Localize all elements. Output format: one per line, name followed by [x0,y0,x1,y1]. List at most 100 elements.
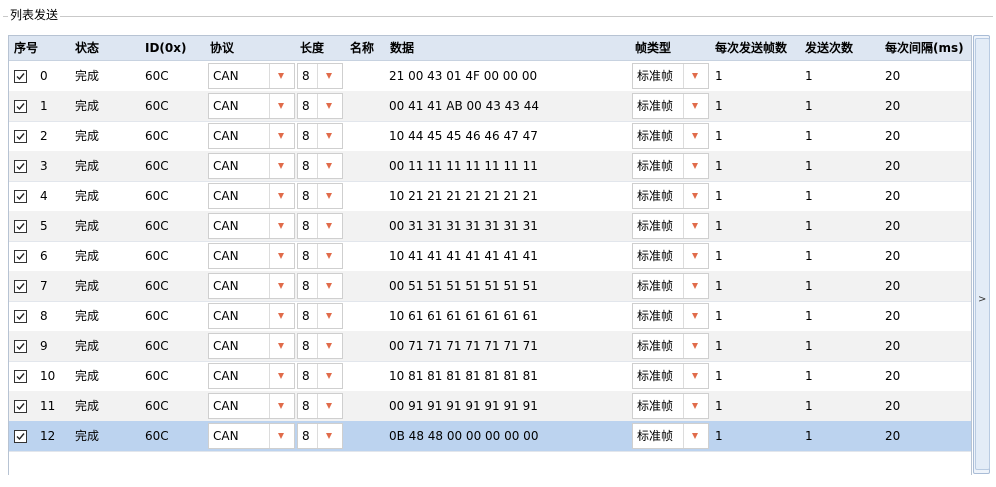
table-row[interactable]: 4 完成 60C CAN 8 10 21 21 21 21 21 21 21 标准帧 1 1 20 [9,181,971,212]
protocol-dropdown[interactable]: CAN [208,273,295,299]
length-dropdown[interactable]: 8 [297,423,343,449]
row-id[interactable]: 60C [145,241,169,271]
row-data[interactable]: 00 31 31 31 31 31 31 31 [389,211,538,241]
row-checkbox[interactable] [14,280,27,293]
row-interval[interactable]: 20 [885,271,900,301]
row-id[interactable]: 60C [145,391,169,421]
col-header-interval[interactable]: 每次间隔(ms) [885,36,964,60]
row-send-count[interactable]: 1 [805,421,813,451]
protocol-dropdown[interactable]: CAN [208,93,295,119]
table-row[interactable]: 6 完成 60C CAN 8 10 41 41 41 41 41 41 41 标准帧 1 1 20 [9,241,971,272]
row-id[interactable]: 60C [145,211,169,241]
protocol-dropdown[interactable]: CAN [208,333,295,359]
length-dropdown-button[interactable] [317,424,342,448]
col-header-status[interactable]: 状态 [75,36,99,60]
frame-type-dropdown[interactable]: 标准帧 [632,93,709,119]
protocol-dropdown-button[interactable] [269,364,294,388]
row-checkbox[interactable] [14,340,27,353]
row-send-count[interactable]: 1 [805,391,813,421]
col-header-frames-per-send[interactable]: 每次发送帧数 [715,36,787,60]
col-header-send-count[interactable]: 发送次数 [805,36,853,60]
protocol-dropdown-button[interactable] [269,154,294,178]
col-header-data[interactable]: 数据 [390,36,414,60]
row-data[interactable]: 00 51 51 51 51 51 51 51 [389,271,538,301]
protocol-dropdown-button[interactable] [269,214,294,238]
col-header-length[interactable]: 长度 [300,36,324,60]
length-dropdown[interactable]: 8 [297,93,343,119]
length-dropdown[interactable]: 8 [297,123,343,149]
row-interval[interactable]: 20 [885,181,900,211]
frame-type-dropdown[interactable]: 标准帧 [632,243,709,269]
protocol-dropdown-button[interactable] [269,334,294,358]
row-checkbox[interactable] [14,370,27,383]
length-dropdown-button[interactable] [317,124,342,148]
protocol-dropdown-button[interactable] [269,304,294,328]
row-send-count[interactable]: 1 [805,181,813,211]
frame-type-dropdown[interactable]: 标准帧 [632,153,709,179]
row-frames-per-send[interactable]: 1 [715,211,723,241]
protocol-dropdown[interactable]: CAN [208,153,295,179]
row-checkbox[interactable] [14,130,27,143]
length-dropdown-button[interactable] [317,334,342,358]
frame-type-dropdown-button[interactable] [683,274,708,298]
table-row[interactable]: 9 完成 60C CAN 8 00 71 71 71 71 71 71 71 标准帧 1 1 20 [9,331,971,362]
row-frames-per-send[interactable]: 1 [715,271,723,301]
row-frames-per-send[interactable]: 1 [715,241,723,271]
length-dropdown[interactable]: 8 [297,183,343,209]
frame-type-dropdown[interactable]: 标准帧 [632,333,709,359]
row-checkbox[interactable] [14,70,27,83]
row-interval[interactable]: 20 [885,361,900,391]
table-row[interactable]: 2 完成 60C CAN 8 10 44 45 45 46 46 47 47 标准帧 1 1 20 [9,121,971,152]
protocol-dropdown-button[interactable] [269,184,294,208]
row-checkbox[interactable] [14,160,27,173]
protocol-dropdown-button[interactable] [269,124,294,148]
row-send-count[interactable]: 1 [805,61,813,91]
frame-type-dropdown[interactable]: 标准帧 [632,123,709,149]
row-id[interactable]: 60C [145,181,169,211]
row-interval[interactable]: 20 [885,421,900,451]
col-header-id[interactable]: ID(0x) [145,36,186,60]
row-data[interactable]: 00 91 91 91 91 91 91 91 [389,391,538,421]
frame-type-dropdown-button[interactable] [683,124,708,148]
table-row[interactable]: 1 完成 60C CAN 8 00 41 41 AB 00 43 43 44 标准帧 1 1 20 [9,91,971,122]
length-dropdown-button[interactable] [317,394,342,418]
col-header-name[interactable]: 名称 [350,36,374,60]
row-interval[interactable]: 20 [885,331,900,361]
row-frames-per-send[interactable]: 1 [715,151,723,181]
frame-type-dropdown-button[interactable] [683,304,708,328]
row-interval[interactable]: 20 [885,301,900,331]
frame-type-dropdown-button[interactable] [683,94,708,118]
frame-type-dropdown-button[interactable] [683,424,708,448]
protocol-dropdown[interactable]: CAN [208,63,295,89]
length-dropdown-button[interactable] [317,304,342,328]
row-frames-per-send[interactable]: 1 [715,181,723,211]
protocol-dropdown[interactable]: CAN [208,393,295,419]
row-interval[interactable]: 20 [885,61,900,91]
row-send-count[interactable]: 1 [805,361,813,391]
frame-type-dropdown[interactable]: 标准帧 [632,393,709,419]
frame-type-dropdown-button[interactable] [683,244,708,268]
row-id[interactable]: 60C [145,421,169,451]
row-frames-per-send[interactable]: 1 [715,91,723,121]
length-dropdown[interactable]: 8 [297,243,343,269]
frame-type-dropdown-button[interactable] [683,364,708,388]
table-row[interactable]: 7 完成 60C CAN 8 00 51 51 51 51 51 51 51 标准帧 1 1 20 [9,271,971,302]
row-data[interactable]: 00 71 71 71 71 71 71 71 [389,331,538,361]
row-frames-per-send[interactable]: 1 [715,301,723,331]
row-data[interactable]: 10 41 41 41 41 41 41 41 [389,241,538,271]
frame-type-dropdown-button[interactable] [683,154,708,178]
col-header-frame-type[interactable]: 帧类型 [635,36,671,60]
protocol-dropdown[interactable]: CAN [208,213,295,239]
row-data[interactable]: 10 81 81 81 81 81 81 81 [389,361,538,391]
row-id[interactable]: 60C [145,331,169,361]
row-id[interactable]: 60C [145,121,169,151]
row-checkbox[interactable] [14,220,27,233]
length-dropdown[interactable]: 8 [297,153,343,179]
length-dropdown-button[interactable] [317,184,342,208]
row-send-count[interactable]: 1 [805,271,813,301]
row-frames-per-send[interactable]: 1 [715,421,723,451]
table-row[interactable]: 10 完成 60C CAN 8 10 81 81 81 81 81 81 81 标准帧 1 1 2… [9,361,971,392]
length-dropdown[interactable]: 8 [297,213,343,239]
length-dropdown-button[interactable] [317,244,342,268]
row-interval[interactable]: 20 [885,391,900,421]
